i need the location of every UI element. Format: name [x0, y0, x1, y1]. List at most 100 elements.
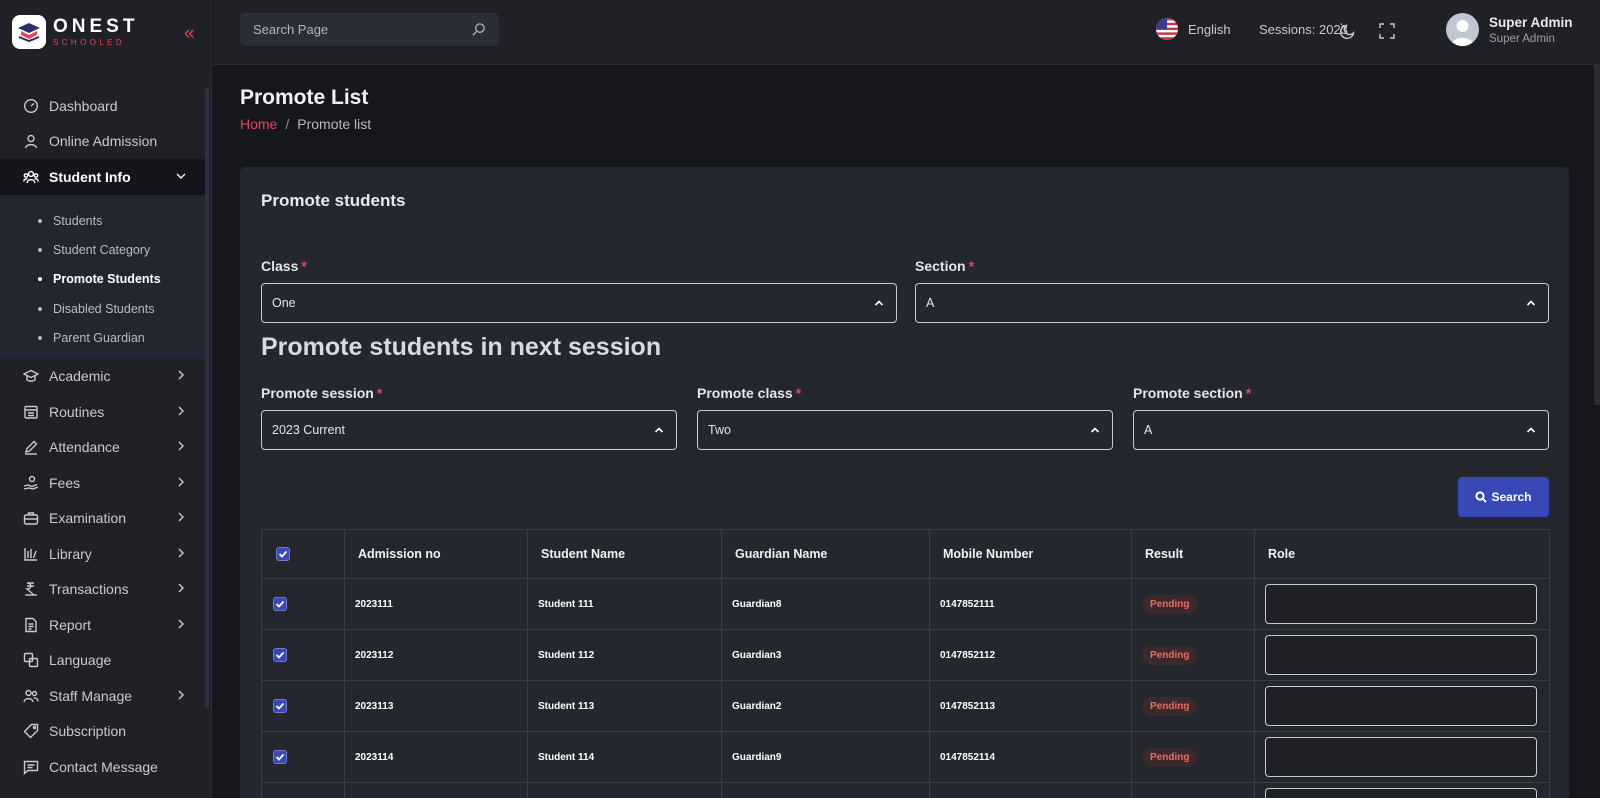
- dark-mode-moon-icon[interactable]: [1339, 22, 1357, 40]
- calendar-icon: [23, 404, 39, 420]
- student-name-cell: Student 113: [527, 680, 722, 732]
- sidebar-item-label: Transactions: [49, 581, 129, 598]
- column-header-result[interactable]: Result: [1131, 529, 1255, 579]
- app-root: ONEST SCHOOLED « Dashboard Online Admiss…: [0, 0, 1600, 798]
- message-icon: [23, 759, 39, 775]
- sidebar-item-academic[interactable]: Academic: [0, 358, 205, 394]
- chevron-up-icon: [1526, 300, 1536, 306]
- mobile-number-cell: 0147852113: [929, 680, 1132, 732]
- brand-logo[interactable]: ONEST SCHOOLED: [12, 15, 138, 49]
- sidebar-item-routines[interactable]: Routines: [0, 394, 205, 430]
- row-checkbox[interactable]: [273, 749, 287, 764]
- promote-session-select[interactable]: 2023 Current: [261, 410, 677, 450]
- sidebar-item-contact-message[interactable]: Contact Message: [0, 749, 205, 785]
- dashboard-icon: [23, 98, 39, 114]
- row-select-cell: [261, 629, 345, 681]
- sidebar-subitem-promote-students[interactable]: Promote Students: [0, 265, 205, 294]
- class-label: Class *: [261, 258, 307, 274]
- row-select-cell: [261, 782, 345, 798]
- next-session-heading: Promote students in next session: [261, 333, 662, 361]
- table-row: 2023111 Student 111 Guardian8 0147852111…: [261, 578, 1550, 630]
- sidebar-subitem-parent-guardian[interactable]: Parent Guardian: [0, 323, 205, 352]
- promote-card: Promote students Class * One Section * A P…: [240, 167, 1569, 798]
- status-badge: Pending: [1142, 594, 1198, 614]
- sidebar-item-dashboard[interactable]: Dashboard: [0, 88, 205, 124]
- class-select[interactable]: One: [261, 283, 897, 323]
- staff-icon: [23, 688, 39, 704]
- column-header-mobile-number[interactable]: Mobile Number: [929, 529, 1132, 579]
- search-button[interactable]: Search: [1458, 477, 1549, 517]
- breadcrumb: Home / Promote list: [240, 116, 372, 132]
- row-checkbox[interactable]: [273, 698, 287, 713]
- topbar: English Sessions: 2023 Super Admin Super…: [213, 0, 1600, 65]
- user-menu[interactable]: Super Admin Super Admin: [1446, 13, 1573, 46]
- sidebar-item-examination[interactable]: Examination: [0, 500, 205, 536]
- column-header-guardian-name[interactable]: Guardian Name: [721, 529, 930, 579]
- result-cell: [1131, 782, 1255, 798]
- admission-no-cell: 2023114: [344, 731, 528, 783]
- promote-table: Admission no Student Name Guardian Name …: [261, 529, 1550, 798]
- search-input[interactable]: [253, 22, 471, 37]
- row-select-cell: [261, 578, 345, 630]
- brand-tagline: SCHOOLED: [53, 38, 126, 47]
- sidebar-item-student-info[interactable]: Student Info: [0, 159, 205, 195]
- guardian-name-cell: Guardian3: [721, 629, 930, 681]
- fullscreen-icon[interactable]: [1378, 22, 1396, 40]
- result-cell: Pending: [1131, 578, 1255, 630]
- collapse-sidebar-icon[interactable]: «: [184, 24, 195, 43]
- row-select-cell: [261, 680, 345, 732]
- chevron-right-icon: [178, 690, 184, 700]
- column-header-role[interactable]: Role: [1254, 529, 1550, 579]
- sidebar-item-online-admission[interactable]: Online Admission: [0, 124, 205, 160]
- column-header-admission-no[interactable]: Admission no: [344, 529, 528, 579]
- role-input[interactable]: [1265, 635, 1537, 675]
- language-selector[interactable]: English: [1156, 18, 1231, 40]
- sidebar-item-report[interactable]: Report: [0, 607, 205, 643]
- page-scrollbar[interactable]: [1594, 65, 1600, 405]
- chevron-right-icon: [178, 406, 184, 416]
- sidebar-item-fees[interactable]: Fees: [0, 465, 205, 501]
- chevron-right-icon: [178, 441, 184, 451]
- search-icon[interactable]: [471, 22, 486, 37]
- breadcrumb-current: Promote list: [297, 116, 372, 132]
- role-input[interactable]: [1265, 788, 1537, 798]
- role-cell: [1254, 680, 1550, 732]
- column-header-student-name[interactable]: Student Name: [527, 529, 722, 579]
- sidebar-item-attendance[interactable]: Attendance: [0, 429, 205, 465]
- sidebar-item-transactions[interactable]: Transactions: [0, 571, 205, 607]
- student-name-cell: Student 112: [527, 629, 722, 681]
- sidebar-item-staff-manage[interactable]: Staff Manage: [0, 678, 205, 714]
- table-row: 2023112 Student 112 Guardian3 0147852112…: [261, 629, 1550, 681]
- student-name-cell: Student 114: [527, 731, 722, 783]
- language-icon: [23, 652, 39, 668]
- result-cell: Pending: [1131, 629, 1255, 681]
- logo-emblem-icon: [12, 15, 46, 49]
- sidebar-item-label: Language: [49, 652, 112, 669]
- role-input[interactable]: [1265, 584, 1537, 624]
- sidebar-item-library[interactable]: Library: [0, 536, 205, 572]
- promote-class-select[interactable]: Two: [697, 410, 1113, 450]
- section-select[interactable]: A: [915, 283, 1549, 323]
- guardian-name-cell: Guardian8: [721, 578, 930, 630]
- role-input[interactable]: [1265, 686, 1537, 726]
- sidebar-item-subscription[interactable]: Subscription: [0, 713, 205, 749]
- money-hand-icon: [23, 475, 39, 491]
- role-input[interactable]: [1265, 737, 1537, 777]
- sidebar-item-label: Library: [49, 545, 92, 562]
- sidebar-subitem-students[interactable]: Students: [0, 207, 205, 236]
- user-icon: [23, 133, 39, 149]
- sidebar-item-label: Examination: [49, 510, 127, 527]
- breadcrumb-home-link[interactable]: Home: [240, 116, 277, 132]
- row-checkbox[interactable]: [273, 596, 287, 611]
- sidebar-item-language[interactable]: Language: [0, 642, 205, 678]
- promote-section-select[interactable]: A: [1133, 410, 1549, 450]
- student-name-cell: [527, 782, 722, 798]
- select-all-checkbox[interactable]: [276, 546, 290, 561]
- sidebar-scrollbar[interactable]: [205, 88, 209, 708]
- sidebar-nav: Dashboard Online Admission Student Info …: [0, 88, 205, 784]
- session-selector[interactable]: Sessions: 2023: [1259, 22, 1348, 37]
- user-name: Super Admin: [1489, 14, 1573, 30]
- sidebar-subitem-disabled-students[interactable]: Disabled Students: [0, 294, 205, 323]
- sidebar-subitem-student-category[interactable]: Student Category: [0, 236, 205, 265]
- row-checkbox[interactable]: [273, 647, 287, 662]
